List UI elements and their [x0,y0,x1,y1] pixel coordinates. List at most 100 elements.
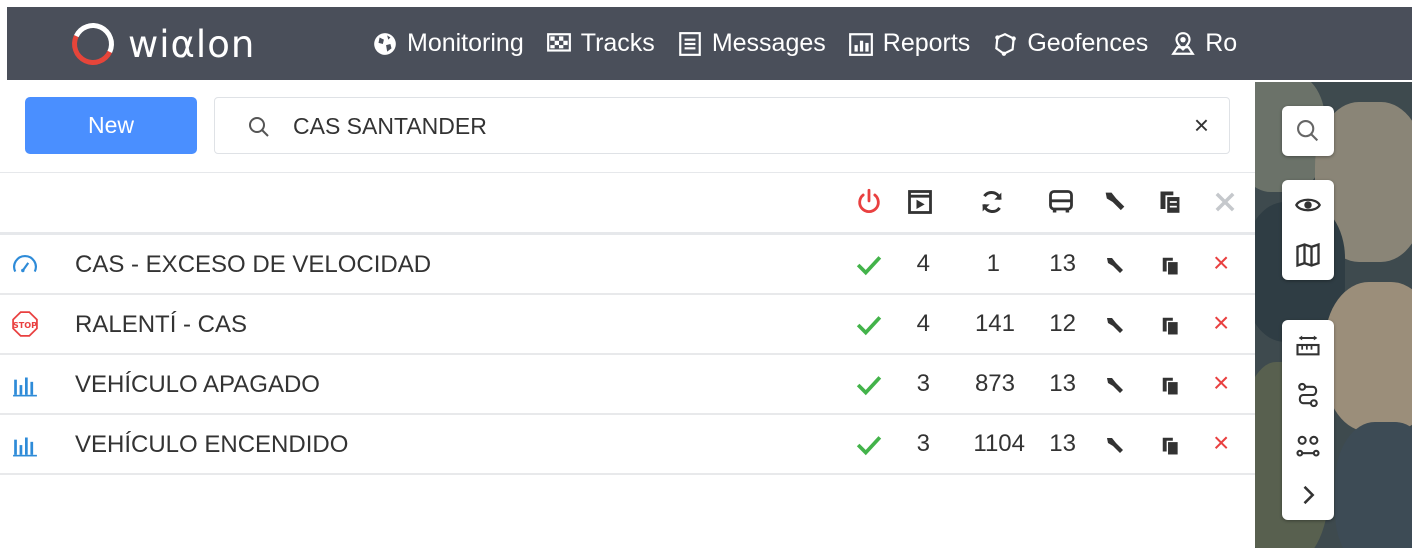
row-triggered-count: 141 [974,310,1015,337]
messages-icon [678,31,701,56]
row-name: CAS - EXCESO DE VELOCIDAD [75,251,432,278]
eye-icon [1295,198,1321,212]
close-icon [1215,192,1235,212]
wialon-logo[interactable]: wiαlon [66,17,256,71]
map-layers-control [1282,180,1334,280]
enabled-check-icon[interactable] [856,254,882,276]
top-bar-background: wiαlon Monitoring Tracks Messages Report… [7,7,1412,80]
column-copy[interactable] [1156,182,1186,222]
nav-messages-label: Messages [711,29,826,57]
refresh-icon [982,190,1002,214]
play-icon [908,190,932,214]
checkered-flag-icon [546,32,571,52]
map-route-button[interactable] [1282,370,1334,420]
row-name: VEHÍCULO APAGADO [75,371,320,398]
map-waypoints-button[interactable] [1282,420,1334,470]
nav-routes[interactable]: Ro [1170,29,1237,58]
delete-button[interactable]: × [1213,428,1229,458]
clear-search-button[interactable]: × [1194,112,1209,138]
enabled-check-icon[interactable] [856,434,882,456]
nav-monitoring[interactable]: Monitoring [372,29,524,58]
bar-chart-icon [13,437,37,457]
delete-button[interactable]: × [1213,368,1229,398]
map-expand-button[interactable] [1282,470,1334,520]
row-units-count: 13 [1049,430,1076,457]
table-row[interactable]: VEHÍCULO APAGADO 3 873 13 × [0,355,1255,415]
search-icon [249,117,269,137]
map-search-button[interactable] [1282,106,1334,156]
table-row[interactable]: STOP RALENTÍ - CAS 4 141 12 × [0,295,1255,355]
new-button[interactable]: New [25,97,197,154]
map-icon [1296,242,1320,268]
column-delete[interactable] [1210,182,1240,222]
map-layers-button[interactable] [1282,230,1334,280]
nav-reports[interactable]: Reports [848,29,971,58]
column-triggered[interactable] [975,182,1009,222]
search-icon [1297,120,1319,142]
delete-button[interactable]: × [1213,308,1229,338]
copy-icon[interactable] [1160,375,1182,397]
svg-text:STOP: STOP [13,320,37,330]
main-nav: Monitoring Tracks Messages Reports Geofe… [372,7,1259,80]
edit-wrench-icon[interactable] [1103,314,1127,338]
column-power[interactable] [852,182,886,222]
nav-monitoring-label: Monitoring [407,29,524,57]
ruler-icon [1296,335,1320,356]
table-row[interactable]: VEHÍCULO ENCENDIDO 3 1104 13 × [0,415,1255,475]
row-units-count: 12 [1049,310,1076,337]
table-row[interactable]: CAS - EXCESO DE VELOCIDAD 4 1 13 × [0,235,1255,295]
nav-geofences[interactable]: Geofences [992,29,1148,58]
row-actions-count: 4 [916,250,930,277]
power-icon [858,188,880,213]
edit-wrench-icon[interactable] [1103,374,1127,398]
route-icon [1298,382,1318,408]
globe-icon [374,32,396,55]
divider [0,172,1255,173]
row-units-count: 13 [1049,250,1076,277]
row-actions-count: 3 [916,430,930,457]
nav-geofences-label: Geofences [1027,29,1149,57]
copy-icon[interactable] [1160,255,1182,277]
row-triggered-count: 873 [974,370,1015,397]
notifications-panel: New × CAS - EXCESO DE VELOCIDAD 4 1 13 × [0,82,1255,548]
edit-wrench-icon[interactable] [1103,254,1127,278]
row-name: RALENTÍ - CAS [75,311,248,338]
speedometer-icon [13,254,37,273]
nav-tracks-label: Tracks [580,29,655,57]
nav-tracks[interactable]: Tracks [546,29,655,58]
search-box: × [214,97,1230,154]
map-tools-control [1282,320,1334,520]
nav-reports-label: Reports [882,29,971,57]
reports-icon [848,32,873,56]
search-input[interactable] [293,108,1173,144]
copy-icon[interactable] [1160,435,1182,457]
stop-sign-icon: STOP [12,311,38,337]
enabled-check-icon[interactable] [856,374,882,396]
row-units-count: 13 [1049,370,1076,397]
routes-icon [1171,31,1196,55]
map-visibility-button[interactable] [1282,180,1334,230]
row-actions-count: 3 [916,370,930,397]
chevron-right-icon [1303,485,1315,505]
map-terrain [1335,422,1412,548]
delete-button[interactable]: × [1213,248,1229,278]
row-triggered-count: 1104 [973,430,1025,457]
top-bar: wiαlon Monitoring Tracks Messages Report… [0,0,1412,82]
row-triggered-count: 1 [986,250,1000,277]
row-actions-count: 4 [916,310,930,337]
map-area[interactable] [1255,82,1412,548]
waypoints-icon [1296,435,1320,457]
logo-text: wiαlon [128,22,256,66]
column-actions[interactable] [903,182,937,222]
copy-icon [1160,191,1182,215]
map-ruler-button[interactable] [1282,320,1334,370]
nav-messages[interactable]: Messages [677,29,826,58]
enabled-check-icon[interactable] [856,314,882,336]
copy-icon[interactable] [1160,315,1182,337]
map-search-control [1282,106,1334,156]
edit-wrench-icon[interactable] [1103,434,1127,458]
bar-chart-icon [13,377,37,397]
logo-ring-icon [66,17,120,71]
column-edit[interactable] [1099,182,1131,222]
column-units[interactable] [1043,182,1079,222]
